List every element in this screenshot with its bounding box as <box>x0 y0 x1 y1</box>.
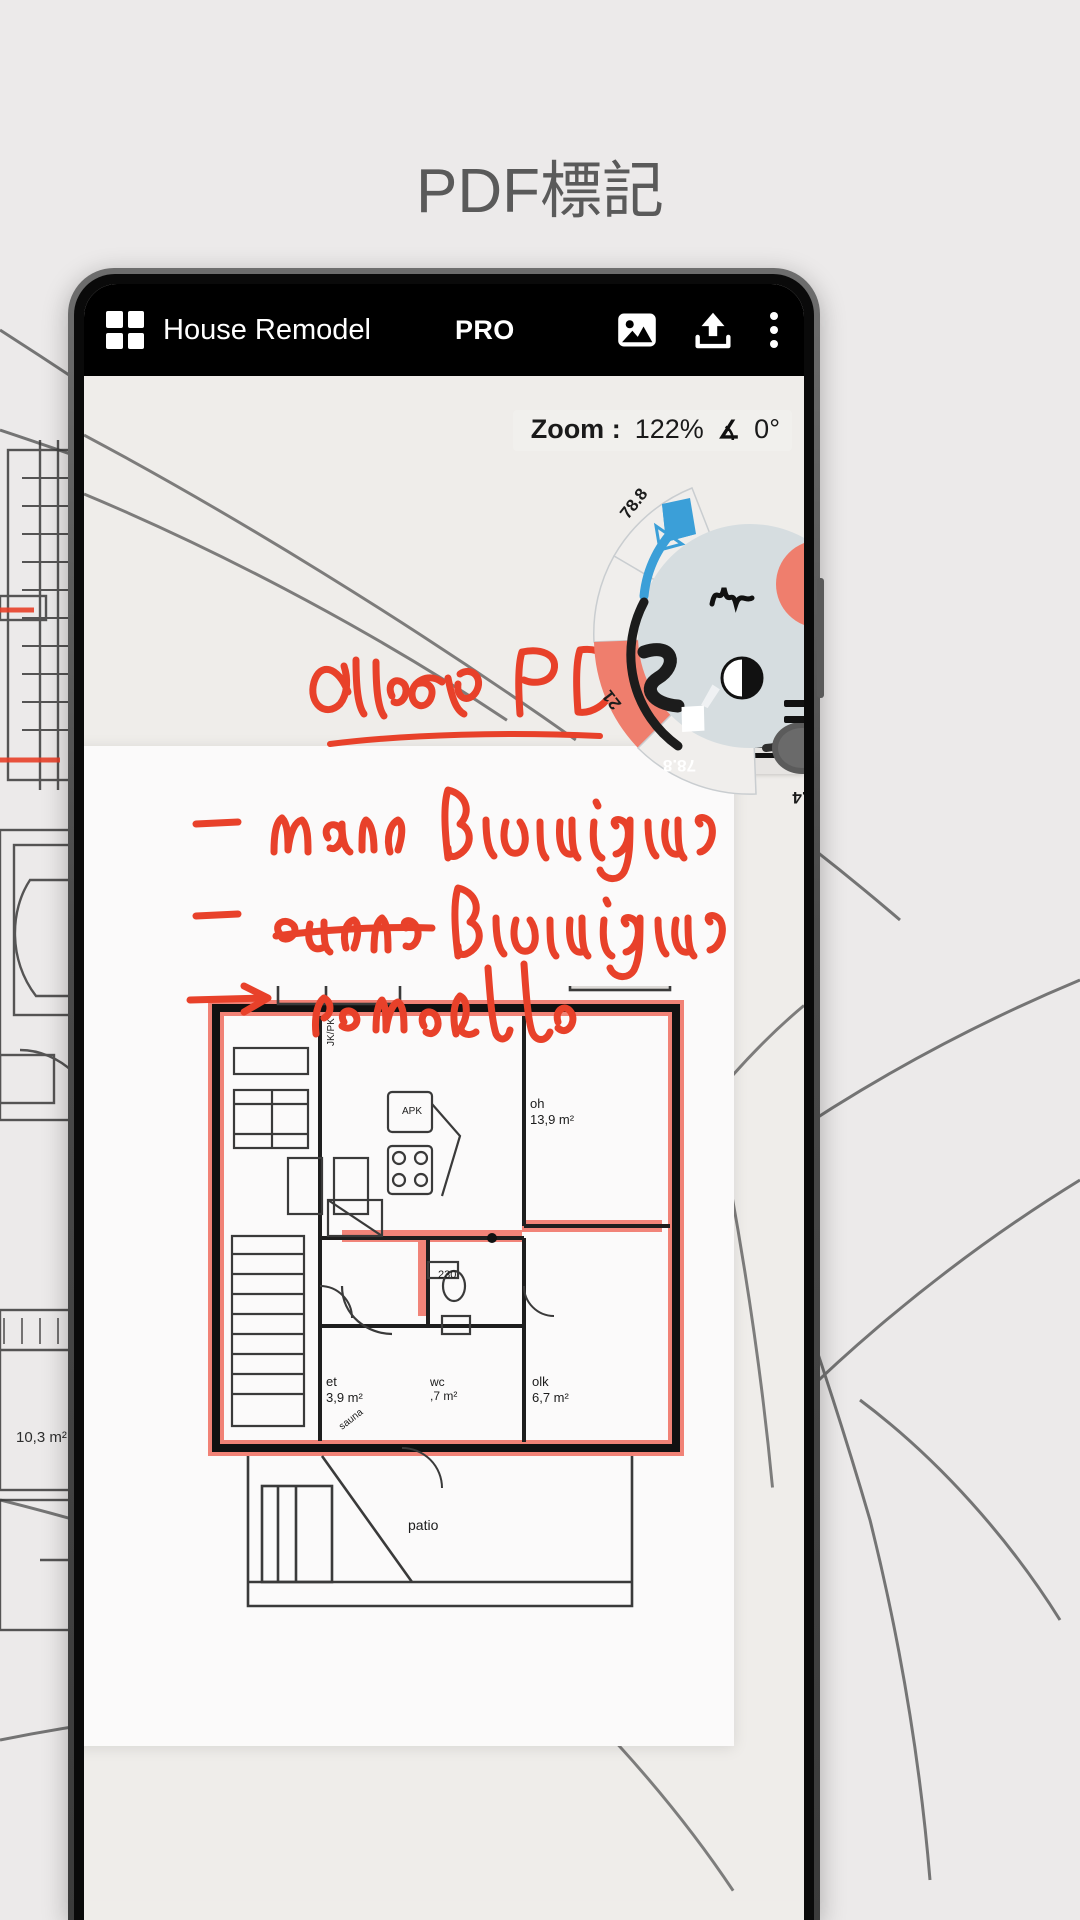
room-label-et: et <box>326 1374 337 1389</box>
angle-icon: ∡ <box>717 416 741 444</box>
room-area-wc: ,7 m² <box>430 1389 457 1403</box>
plan-text-side: JK/PK <box>326 1018 337 1046</box>
room-label-oh: oh <box>530 1096 544 1111</box>
plan-text-sauna: sauna <box>337 1407 366 1433</box>
document-canvas[interactable]: oh 13,9 m² et 3,9 m² wc ,7 m² olk 6,7 m²… <box>84 376 804 1920</box>
page-title: PDF標記 <box>415 157 664 226</box>
wheel-label-smudge: 8.4 <box>792 788 804 807</box>
room-area-olk: 6,7 m² <box>532 1390 570 1405</box>
angle-value: 0° <box>754 414 780 444</box>
app-toolbar: House Remodel PRO <box>84 284 804 376</box>
phone-bezel: House Remodel PRO oh 13,9 m² et 3,9 m² w… <box>74 274 814 1920</box>
wheel-label-brush: 78.8 <box>663 756 696 775</box>
room-label-olk: olk <box>532 1374 549 1389</box>
upload-icon[interactable] <box>690 307 736 353</box>
room-area-et: 3,9 m² <box>326 1390 364 1405</box>
zoom-status-bar: Zoom : 122% ∡ 0° <box>512 410 792 451</box>
plan-text-230: 230 <box>438 1269 456 1281</box>
image-icon[interactable] <box>614 307 660 353</box>
phone-screen: House Remodel PRO oh 13,9 m² et 3,9 m² w… <box>84 284 804 1920</box>
radial-tool-wheel[interactable]: 78.8 21 78.8 8.4 <box>570 456 804 816</box>
zoom-label: Zoom : <box>530 414 621 444</box>
phone-mockup: House Remodel PRO oh 13,9 m² et 3,9 m² w… <box>68 268 824 1920</box>
zoom-value: 122% <box>634 414 704 444</box>
room-label-patio: patio <box>408 1517 439 1533</box>
bg-area-label: 10,3 m² <box>16 1429 67 1446</box>
document-title: House Remodel <box>163 313 371 346</box>
floorplan-drawing: oh 13,9 m² et 3,9 m² wc ,7 m² olk 6,7 m²… <box>208 986 684 1608</box>
room-label-wc: wc <box>429 1375 445 1389</box>
plan-text-apk: APK <box>402 1106 422 1117</box>
opacity-icon[interactable] <box>720 656 764 700</box>
kebab-menu-icon[interactable] <box>770 312 778 348</box>
room-area-oh: 13,9 m² <box>530 1112 575 1127</box>
pro-badge: PRO <box>454 314 515 345</box>
grid-menu-icon[interactable] <box>106 311 144 349</box>
phone-side-button <box>817 578 824 698</box>
